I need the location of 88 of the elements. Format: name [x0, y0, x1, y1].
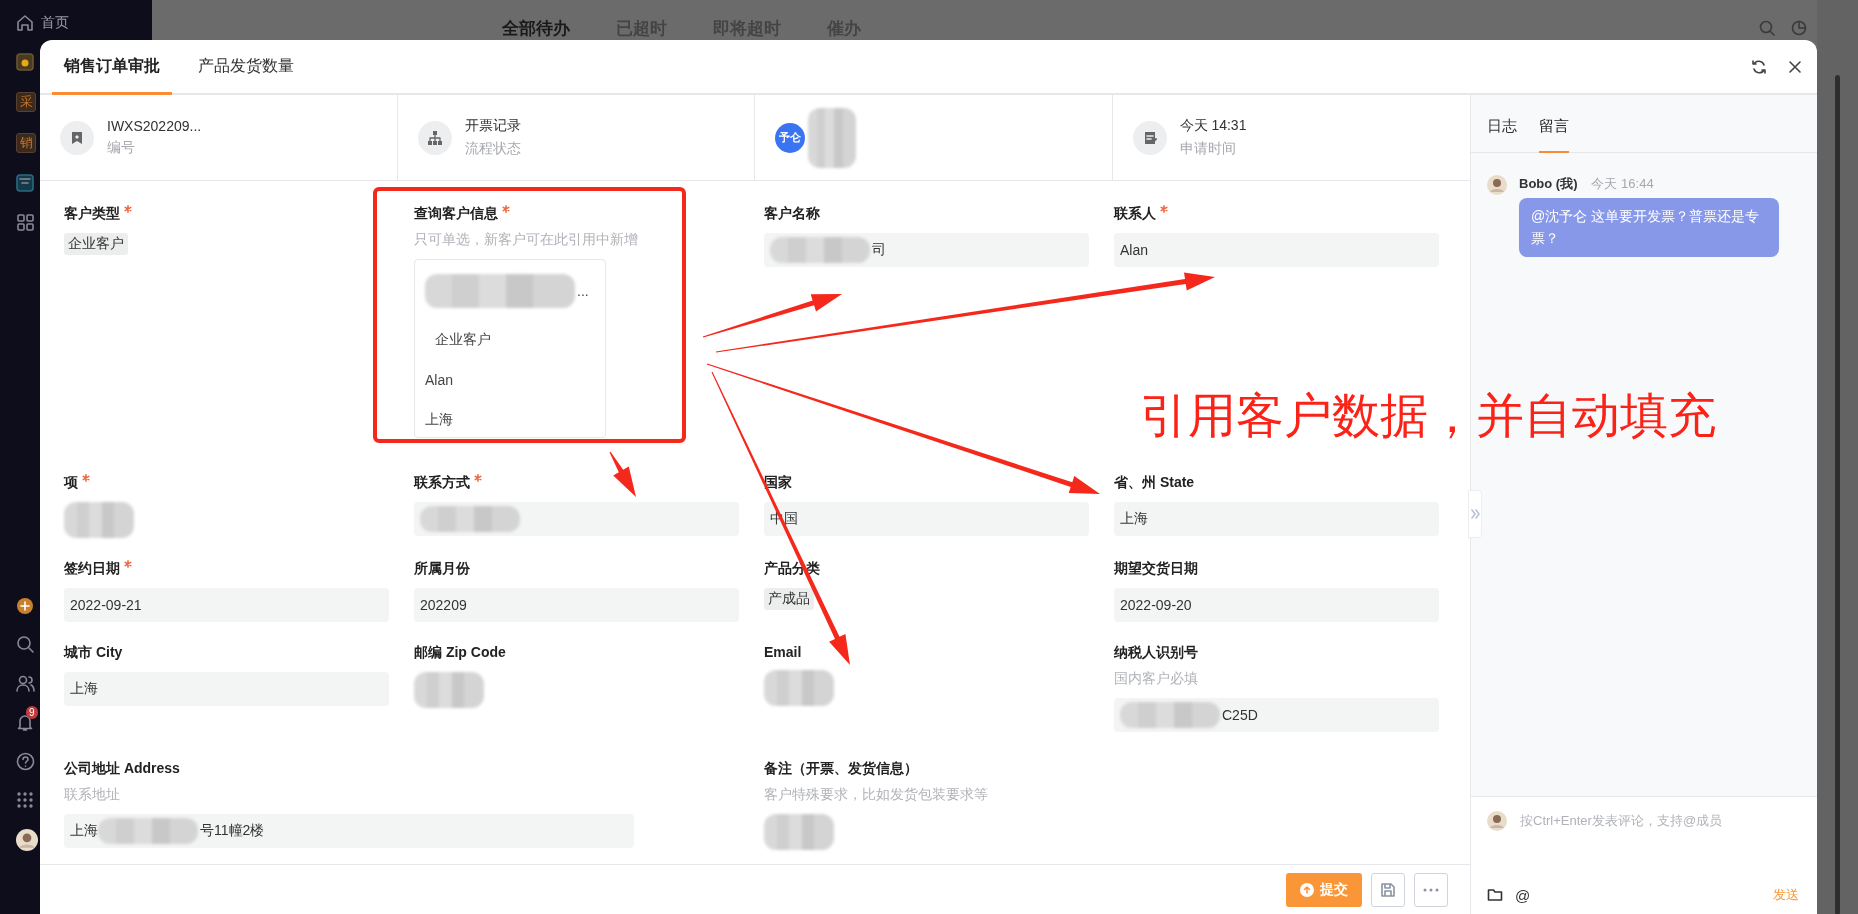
save-button[interactable]	[1371, 872, 1405, 907]
field-label: 签约日期	[64, 560, 120, 578]
card-line: 上海	[425, 411, 454, 429]
users-icon	[16, 674, 35, 693]
search-icon[interactable]	[1759, 20, 1775, 36]
plus-icon	[16, 597, 34, 615]
field-label: 期望交货日期	[1114, 560, 1198, 578]
save-icon	[1380, 881, 1396, 898]
field-label: 城市 City	[64, 644, 123, 662]
comment-author: Bobo (我)	[1519, 175, 1578, 193]
info-label: 流程状态	[464, 140, 521, 158]
avatar-icon	[1487, 175, 1507, 195]
tab[interactable]: 产品发货数量	[186, 40, 306, 95]
arrow	[609, 451, 636, 497]
blurred-patch	[808, 107, 856, 168]
tag: 产成品	[764, 588, 814, 610]
input-field[interactable]: Alan	[1114, 233, 1439, 267]
input-field[interactable]: 司	[764, 233, 1089, 267]
field-label: 联系人	[1114, 205, 1156, 223]
field-label: 客户名称	[764, 205, 820, 223]
upload-icon	[1300, 882, 1314, 897]
comment-time: 今天 16:44	[1591, 175, 1654, 193]
info-value: 开票记录	[464, 117, 521, 135]
refresh-icon[interactable]	[1751, 58, 1767, 75]
chart-icon[interactable]	[1791, 20, 1807, 36]
field-label: 公司地址 Address	[64, 760, 180, 778]
grid-icon	[16, 213, 35, 232]
blurred-patch	[764, 814, 834, 850]
field-label: 所属月份	[414, 560, 470, 578]
nav-label[interactable]: 首页	[41, 14, 69, 32]
avatar-icon	[1487, 811, 1507, 831]
field-label: 联系方式	[414, 474, 470, 492]
field-label: 查询客户信息	[414, 205, 498, 223]
comment-bubble: @沈予仑 这单要开发票？普票还是专票？	[1519, 198, 1779, 258]
blurred-patch	[414, 672, 484, 708]
field-hint: 国内客户必填	[1114, 670, 1198, 688]
info-value: 今天 14:31	[1179, 117, 1247, 135]
board-icon	[16, 174, 34, 192]
field-hint: 客户特殊要求，比如发货包装要求等	[764, 786, 988, 804]
input-field[interactable]: 2022-09-20	[1114, 588, 1439, 622]
field-hint: 只可单选，新客户可在此引用中新增	[414, 231, 638, 249]
tab[interactable]: 日志	[1487, 95, 1517, 153]
more-icon	[1423, 886, 1439, 893]
chevrons-icon	[1470, 509, 1480, 519]
tab[interactable]: 销售订单审批	[52, 40, 172, 95]
info-label: 申请时间	[1179, 140, 1237, 158]
card-line: 企业客户	[434, 331, 492, 349]
field-label: 邮编 Zip Code	[414, 644, 506, 662]
app-icon[interactable]: 采	[16, 92, 36, 112]
field-label: 备注（开票、发货信息）	[764, 760, 918, 778]
notification-badge: 9	[26, 706, 38, 719]
input-field[interactable]: 202209	[414, 588, 739, 622]
apps-icon	[16, 791, 34, 809]
folder-icon[interactable]	[1487, 887, 1503, 903]
home-icon	[16, 14, 34, 32]
blurred-patch	[764, 670, 834, 706]
collapse-handle[interactable]	[1468, 490, 1482, 538]
close-icon[interactable]	[1787, 58, 1803, 75]
info-value: IWXS202209...	[107, 118, 202, 134]
card-line: Alan	[425, 372, 455, 388]
input-field[interactable]: 上海	[64, 672, 389, 706]
input-field[interactable]: 2022-09-21	[64, 588, 389, 622]
input-field[interactable]: C25D	[1114, 698, 1439, 732]
help-icon	[16, 752, 35, 771]
input-field[interactable]: 上海	[1114, 502, 1439, 536]
blurred-patch	[64, 502, 134, 538]
app-icon[interactable]: 销	[16, 133, 36, 153]
field-label: 客户类型	[64, 205, 120, 223]
tag: 企业客户	[64, 233, 128, 255]
field-label: 项	[64, 474, 78, 492]
field-label: 纳税人识别号	[1114, 644, 1198, 662]
field-label: 省、州 State	[1114, 474, 1195, 492]
customer-card[interactable]: ... 企业客户 Alan 上海	[414, 259, 606, 438]
tab[interactable]: 留言	[1539, 95, 1569, 153]
input-field[interactable]	[414, 502, 739, 536]
hierarchy-icon	[426, 129, 443, 146]
mention-button[interactable]: @	[1515, 886, 1531, 904]
bag-icon	[16, 53, 34, 71]
annotation-text: 引用客户数据，并自动填充	[1140, 392, 1716, 440]
field-hint: 联系地址	[64, 786, 120, 804]
more-button[interactable]	[1414, 872, 1448, 907]
search-icon	[16, 635, 35, 654]
avatar-badge: 予仑	[775, 122, 805, 153]
card-title: ...	[425, 274, 595, 308]
info-label: 编号	[107, 139, 136, 157]
field-label: Email	[764, 644, 802, 660]
avatar-icon	[16, 829, 38, 851]
input-field[interactable]: 上海 号11幢2楼	[64, 814, 634, 848]
